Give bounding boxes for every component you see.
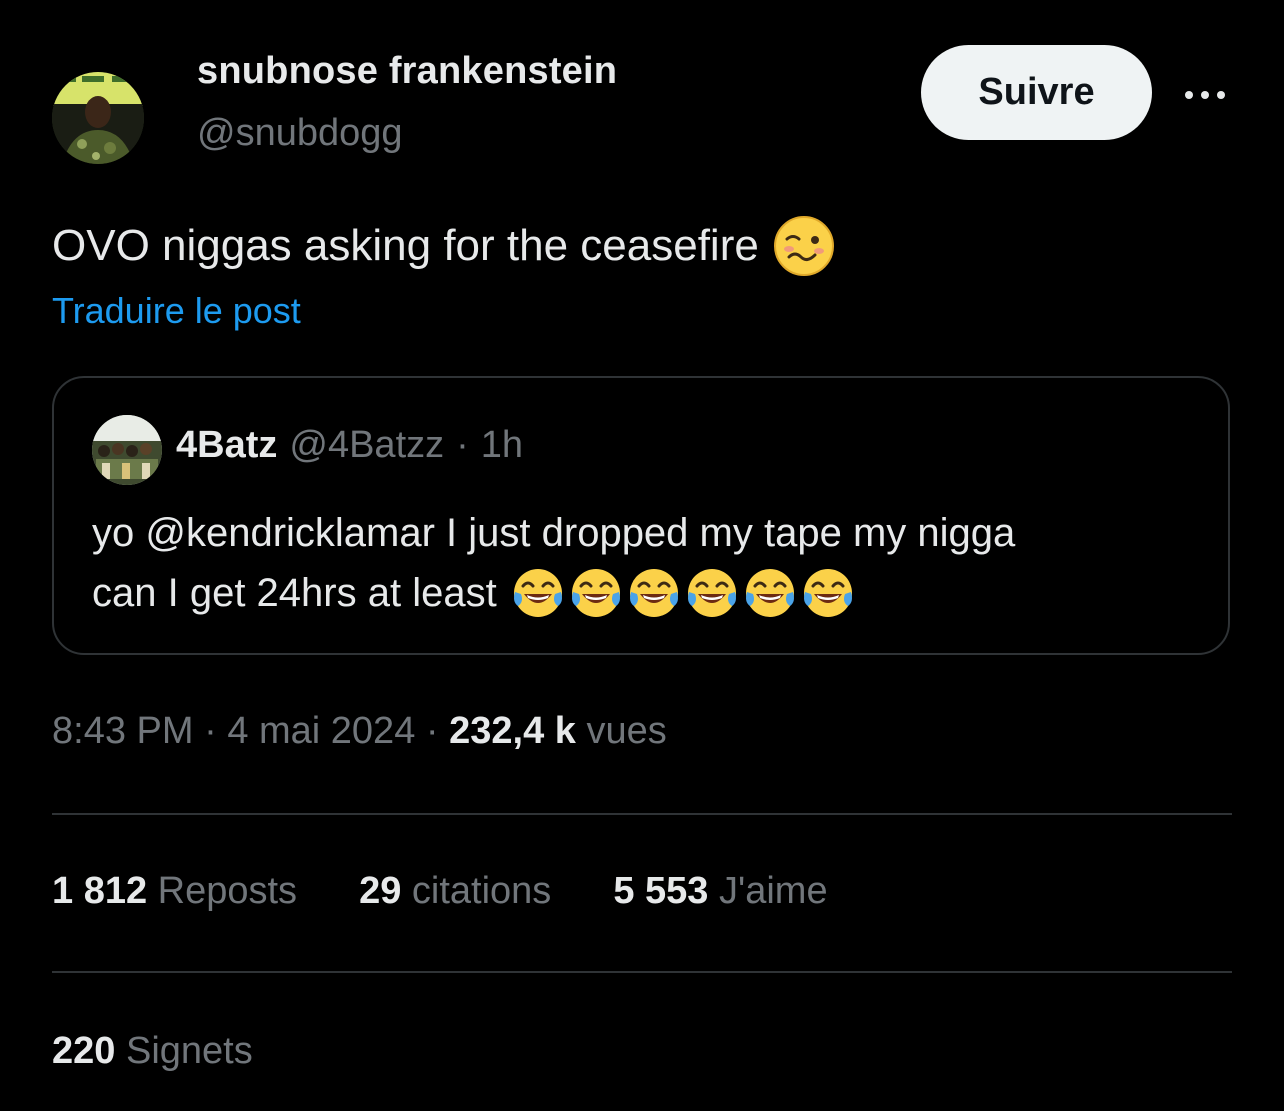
reposts-label: Reposts: [157, 870, 298, 912]
quotes-label: citations: [411, 870, 552, 912]
reposts-count: 1 812: [52, 870, 148, 912]
quoted-avatar-photo: [92, 415, 162, 485]
divider: [52, 971, 1232, 973]
avatar-photo: [52, 72, 144, 164]
tweet-time[interactable]: 8:43 PM: [52, 710, 194, 752]
quoted-author-handle[interactable]: @4Batzz: [289, 424, 444, 467]
bookmarks-stat: 220 Signets: [52, 1030, 253, 1073]
follow-button[interactable]: Suivre: [921, 45, 1152, 140]
likes-label: J'aime: [718, 870, 828, 912]
quoted-author-name[interactable]: 4Batz: [176, 424, 277, 467]
more-dots-icon: [1185, 91, 1225, 99]
engagement-stats: 1 812 Reposts 29 citations 5 553 J'aime: [52, 870, 890, 913]
author-display-name[interactable]: snubnose frankenstein: [197, 50, 617, 93]
quoted-header: 4Batz @4Batzz · 1h: [176, 424, 523, 467]
meta-separator: ·: [425, 710, 439, 752]
tears-of-joy-emoji-icon: [513, 569, 562, 617]
author-handle[interactable]: @snubdogg: [197, 112, 403, 155]
woozy-face-emoji-icon: [773, 216, 834, 276]
likes-stat[interactable]: 5 553 J'aime: [613, 870, 827, 913]
author-avatar[interactable]: [52, 46, 144, 164]
tears-of-joy-emoji-row: [511, 566, 855, 620]
tears-of-joy-emoji-icon: [571, 569, 620, 617]
bookmarks-label: Signets: [125, 1030, 253, 1072]
tweet-body: OVO niggas asking for the ceasefire: [52, 215, 835, 277]
divider: [52, 813, 1232, 815]
quoted-separator: ·: [456, 424, 469, 466]
tears-of-joy-emoji-icon: [687, 569, 736, 617]
meta-separator: ·: [204, 710, 217, 752]
quoted-text: yo @kendricklamar I just dropped my tape…: [92, 503, 1202, 623]
tweet-meta: 8:43 PM · 4 mai 2024 · 232,4 k vues: [52, 710, 667, 753]
quotes-stat[interactable]: 29 citations: [359, 870, 551, 913]
quoted-text-line-2-row: can I get 24hrs at least: [92, 563, 1202, 623]
views-label: vues: [586, 710, 667, 752]
more-options-button[interactable]: [1180, 70, 1230, 120]
quoted-author-avatar[interactable]: [92, 415, 162, 485]
views-count: 232,4 k: [449, 710, 576, 752]
quoted-text-line-2: can I get 24hrs at least: [92, 571, 497, 615]
translate-post-link[interactable]: Traduire le post: [52, 290, 301, 332]
quoted-timestamp[interactable]: 1h: [481, 424, 523, 467]
quoted-text-line-1: yo @kendricklamar I just dropped my tape…: [92, 511, 1016, 555]
quotes-count: 29: [359, 870, 402, 912]
reposts-stat[interactable]: 1 812 Reposts: [52, 870, 297, 913]
likes-count: 5 553: [613, 870, 709, 912]
tweet-date[interactable]: 4 mai 2024: [227, 710, 415, 752]
tears-of-joy-emoji-icon: [629, 569, 678, 617]
tears-of-joy-emoji-icon: [745, 569, 794, 617]
tears-of-joy-emoji-icon: [803, 569, 852, 617]
bookmarks-count: 220: [52, 1030, 116, 1072]
tweet-text: OVO niggas asking for the ceasefire: [52, 221, 759, 270]
